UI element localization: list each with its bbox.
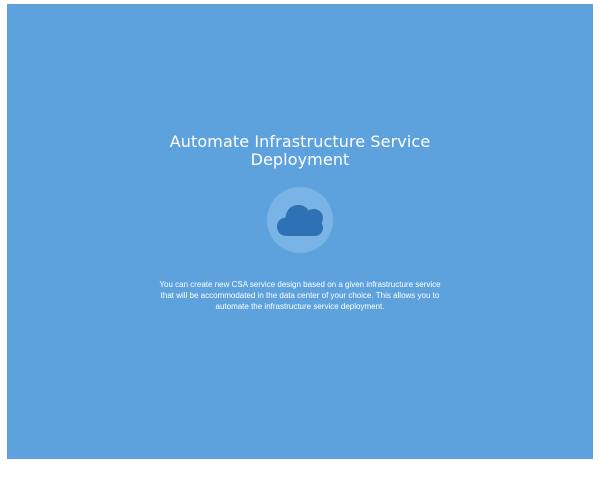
cloud-icon-circle [267,187,333,253]
info-panel: Automate Infrastructure Service Deployme… [7,4,593,459]
panel-title-line-2: Deployment [250,150,350,169]
panel-title: Automate Infrastructure Service Deployme… [7,133,593,169]
panel-description: You can create new CSA service design ba… [7,279,593,312]
description-line-3: automate the infrastructure service depl… [215,302,385,311]
panel-title-line-1: Automate Infrastructure Service [169,132,431,151]
description-line-1: You can create new CSA service design ba… [159,280,441,289]
description-line-2: that will be accommodated in the data ce… [160,291,440,300]
cloud-icon [277,205,323,236]
